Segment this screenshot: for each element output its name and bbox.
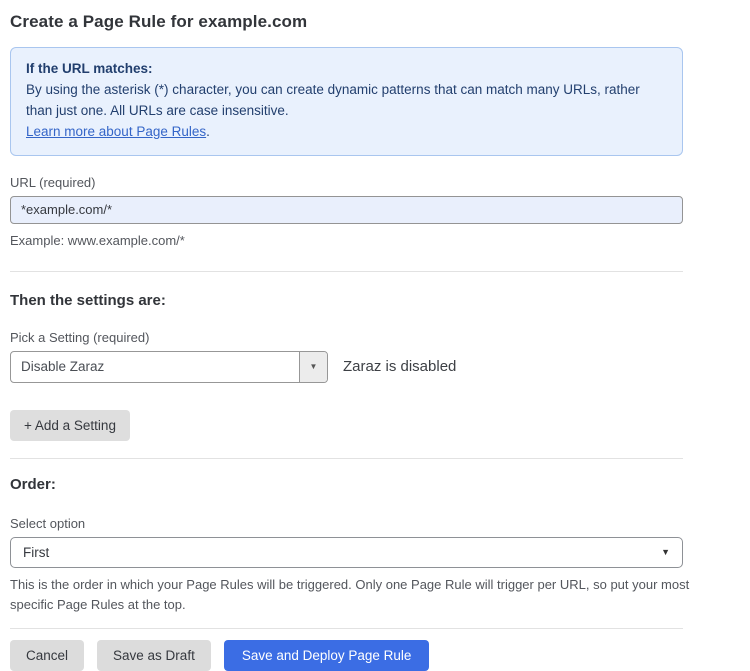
footer-buttons: Cancel Save as Draft Save and Deploy Pag… [10,640,683,671]
info-box-heading: If the URL matches: [26,61,153,76]
settings-section-heading: Then the settings are: [10,291,166,309]
order-helper-text: This is the order in which your Page Rul… [10,576,690,612]
url-input[interactable] [10,195,683,224]
select-option-label: Select option [10,515,86,531]
page-title: Create a Page Rule for example.com [10,12,308,31]
learn-more-link-suffix: . [206,123,210,139]
info-box-body: By using the asterisk (*) character, you… [26,80,667,143]
divider [10,628,683,630]
url-matches-info-box: If the URL matches: By using the asteris… [10,47,683,156]
chevron-down-icon: ▼ [309,362,318,372]
save-as-draft-button[interactable]: Save as Draft [97,640,211,671]
setting-dropdown[interactable]: Disable Zaraz ▼ [10,350,328,383]
url-field-label: URL (required) [10,174,96,190]
pick-setting-label: Pick a Setting (required) [10,329,150,345]
setting-status-text: Zaraz is disabled [343,358,457,376]
setting-row: Disable Zaraz ▼ Zaraz is disabled [10,350,683,383]
setting-dropdown-value: Disable Zaraz [21,359,105,375]
setting-dropdown-caret-button[interactable]: ▼ [299,351,327,382]
info-box-body-text: By using the asterisk (*) character, you… [26,81,640,118]
add-setting-button[interactable]: + Add a Setting [10,409,130,441]
learn-more-link[interactable]: Learn more about Page Rules [26,124,206,139]
page-rule-form: Create a Page Rule for example.com If th… [0,0,689,671]
divider [10,270,683,272]
order-select-value: First [23,544,50,560]
save-and-deploy-button[interactable]: Save and Deploy Page Rule [223,640,430,671]
chevron-down-icon: ▼ [661,547,670,558]
url-example-helper: Example: www.example.com/* [10,232,185,248]
cancel-button[interactable]: Cancel [10,640,85,671]
order-select[interactable]: First ▼ [10,536,683,568]
order-section-heading: Order: [10,475,56,493]
divider [10,457,683,459]
